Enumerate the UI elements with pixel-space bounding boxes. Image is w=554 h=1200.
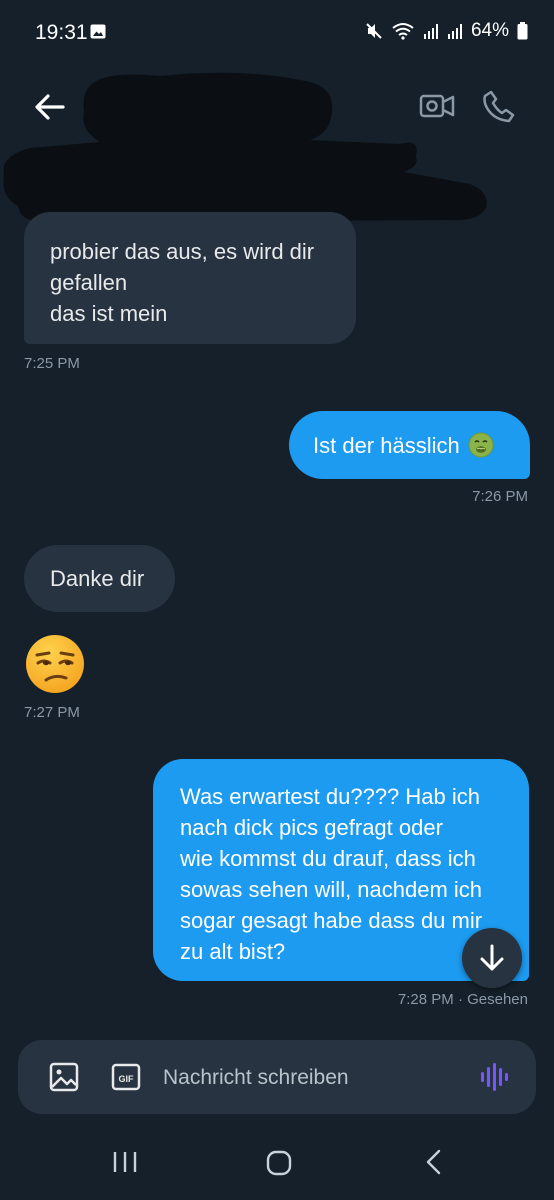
wifi-icon (392, 23, 414, 40)
message-line: wie kommst du drauf, dass ich (180, 846, 476, 871)
message-timestamp-seen: 7:28 PM · Gesehen (397, 991, 528, 1008)
message-line: sogar gesagt habe dass du mir (180, 908, 483, 933)
message-line: zu alt bist? (180, 939, 286, 964)
message-line: gefallen (50, 270, 128, 295)
message-timestamp: 7:25 PM (24, 355, 80, 372)
nav-back-icon[interactable] (424, 1149, 444, 1175)
gif-button[interactable]: GIF (111, 1062, 141, 1092)
home-icon[interactable] (265, 1150, 293, 1176)
battery-percent: 64% (470, 20, 509, 41)
message-input[interactable] (163, 1063, 463, 1093)
message-text: Danke dir (50, 566, 145, 591)
status-icons: 64% (365, 20, 528, 42)
nauseated-face-icon (468, 432, 494, 458)
message-bubble-received[interactable]: Danke dir (24, 545, 175, 612)
message-bubble-sent[interactable]: Ist der hässlich (289, 411, 530, 479)
status-time: 19:31 (35, 21, 88, 44)
message-timestamp: 7:26 PM (472, 488, 528, 505)
unamused-face-icon[interactable] (24, 633, 86, 695)
phone-icon[interactable] (482, 89, 516, 123)
message-line: nach dick pics gefragt oder (180, 815, 443, 840)
message-timestamp: 7:27 PM (24, 704, 80, 721)
scroll-to-bottom-button[interactable] (462, 928, 522, 988)
battery-icon (517, 22, 528, 40)
redacted-contact-name (3, 72, 487, 222)
message-line: probier das aus, es wird dir (50, 239, 315, 264)
gif-icon: GIF (111, 1063, 141, 1091)
signal-icon-2 (447, 24, 462, 39)
signal-icon (423, 24, 438, 39)
message-line: das ist mein (50, 301, 168, 326)
mute-icon (366, 23, 382, 39)
arrow-down-icon (480, 944, 504, 971)
recent-apps-icon[interactable] (110, 1150, 140, 1174)
gallery-notification-icon (90, 24, 106, 39)
message-text: Ist der hässlich (313, 432, 460, 458)
message-bubble-received[interactable]: probier das aus, es wird dir gefallen da… (24, 212, 356, 344)
message-line: Was erwartest du???? Hab ich (180, 784, 480, 809)
voice-icon[interactable] (478, 1061, 512, 1093)
video-call-icon[interactable] (419, 92, 455, 120)
message-line: sowas sehen will, nachdem ich (180, 877, 483, 902)
gif-label: GIF (119, 1074, 135, 1084)
image-icon[interactable] (48, 1061, 80, 1093)
